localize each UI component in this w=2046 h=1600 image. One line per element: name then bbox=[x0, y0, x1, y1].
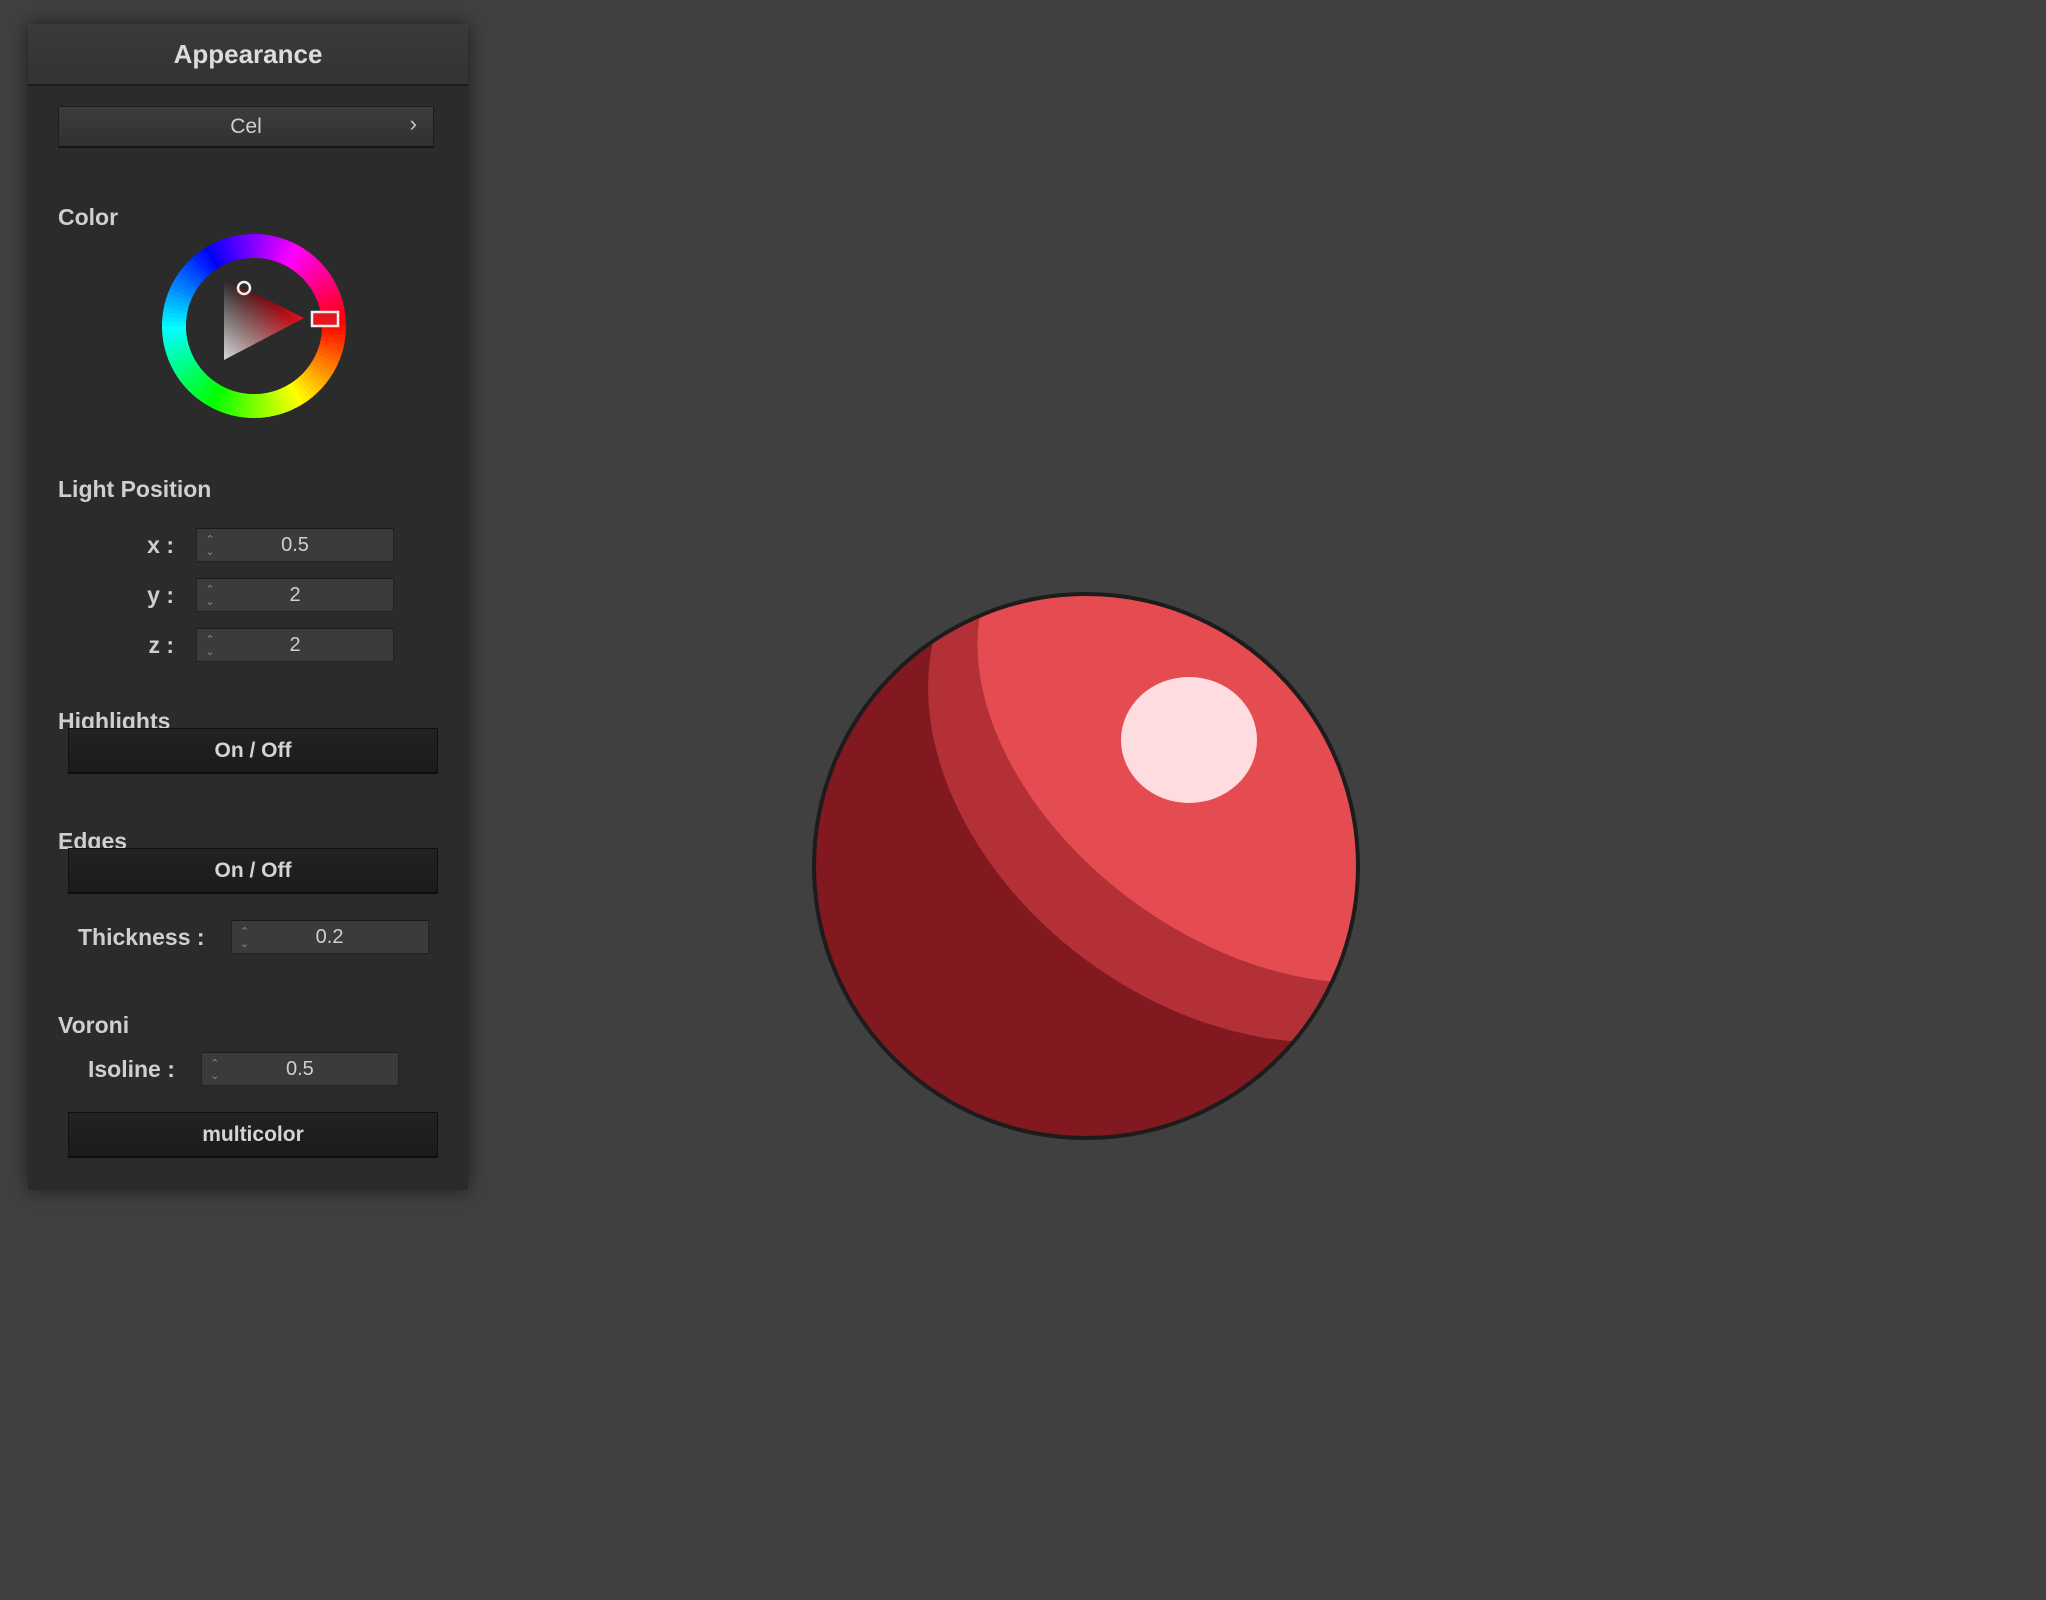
light-x-value: 0.5 bbox=[281, 533, 309, 556]
preset-dropdown-button[interactable]: Cel › bbox=[58, 106, 434, 148]
color-section-title: Color bbox=[58, 204, 119, 230]
light-z-row: z : ⌃ ⌄ 2 bbox=[88, 628, 394, 662]
chevron-down-icon: ⌄ bbox=[205, 546, 215, 558]
chevron-up-icon: ⌃ bbox=[205, 534, 215, 546]
light-y-value: 2 bbox=[289, 583, 301, 606]
isoline-row: Isoline : ⌃ ⌄ 0.5 bbox=[88, 1052, 399, 1086]
chevron-down-icon: ⌄ bbox=[205, 596, 215, 608]
light-y-row: y : ⌃ ⌄ 2 bbox=[88, 578, 394, 612]
chevron-down-icon: ⌄ bbox=[205, 646, 215, 658]
light-x-row: x : ⌃ ⌄ 0.5 bbox=[88, 528, 394, 562]
chevron-up-icon: ⌃ bbox=[205, 634, 215, 646]
panel-title: Appearance bbox=[28, 24, 468, 86]
voronoi-title: Voroni bbox=[58, 1012, 130, 1038]
light-z-label: z : bbox=[148, 631, 174, 658]
chevron-right-icon: › bbox=[409, 111, 417, 136]
color-wheel[interactable] bbox=[160, 232, 348, 420]
edges-toggle-button[interactable]: On / Off bbox=[68, 848, 438, 894]
light-y-spinbox[interactable]: ⌃ ⌄ 2 bbox=[196, 578, 394, 612]
isoline-spinbox[interactable]: ⌃ ⌄ 0.5 bbox=[200, 1052, 399, 1086]
isoline-label: Isoline : bbox=[88, 1055, 175, 1082]
highlights-toggle-button[interactable]: On / Off bbox=[68, 728, 438, 774]
thickness-row: Thickness : ⌃ ⌄ 0.2 bbox=[78, 920, 429, 954]
bottom-toolbar-edge bbox=[0, 1594, 2046, 1600]
light-position-title: Light Position bbox=[58, 476, 212, 502]
thickness-spinbox[interactable]: ⌃ ⌄ 0.2 bbox=[230, 920, 429, 954]
preset-label: Cel bbox=[230, 114, 262, 138]
thickness-label: Thickness : bbox=[78, 923, 205, 950]
light-x-spinbox[interactable]: ⌃ ⌄ 0.5 bbox=[196, 528, 394, 562]
hue-picker-handle bbox=[310, 310, 340, 328]
light-z-value: 2 bbox=[289, 633, 301, 656]
multicolor-button[interactable]: multicolor bbox=[68, 1112, 438, 1158]
light-y-label: y : bbox=[147, 581, 174, 608]
light-x-label: x : bbox=[147, 531, 174, 558]
chevron-up-icon: ⌃ bbox=[239, 926, 250, 938]
chevron-up-icon: ⌃ bbox=[205, 584, 215, 596]
chevron-down-icon: ⌄ bbox=[210, 1070, 220, 1082]
light-z-spinbox[interactable]: ⌃ ⌄ 2 bbox=[196, 628, 394, 662]
thickness-value: 0.2 bbox=[315, 925, 344, 948]
cel-shaded-sphere bbox=[812, 592, 1360, 1140]
chevron-up-icon: ⌃ bbox=[210, 1058, 220, 1070]
appearance-panel: Appearance Cel › Color Light Position x … bbox=[28, 24, 468, 1190]
render-viewport[interactable] bbox=[810, 590, 1362, 1142]
sphere-specular-highlight bbox=[1121, 677, 1257, 803]
isoline-value: 0.5 bbox=[286, 1057, 314, 1080]
chevron-down-icon: ⌄ bbox=[239, 938, 250, 950]
